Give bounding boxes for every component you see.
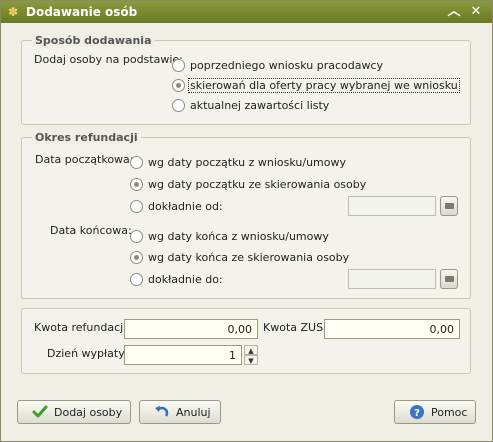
group-okres-refundacji: Okres refundacji Data początkowa: wg dat… [21,131,471,299]
radio-start-from-referral[interactable] [130,178,143,191]
add-persons-button-label: Dodaj osoby [54,406,123,419]
end-date-field[interactable] [348,269,436,289]
group-kwoty: Kwota refundacji: 0,00 Kwota ZUS: 0,00 D… [21,308,471,374]
stepper-up-icon[interactable]: ▲ [244,345,258,355]
radio-current-list-label[interactable]: aktualnej zawartości listy [190,99,329,112]
end-date-label: Data końcowa: [50,224,132,237]
start-date-calendar-icon[interactable] [440,196,458,216]
refund-amount-field[interactable]: 0,00 [124,319,258,339]
radio-end-exact-label[interactable]: dokładnie do: [148,273,223,286]
group-title-okres: Okres refundacji [32,131,141,144]
dialog-window: ✽ Dodawanie osób ︿ ✕ Sposób dodawania Do… [0,0,493,442]
radio-start-exact-label[interactable]: dokładnie od: [148,200,223,213]
title-bar[interactable]: ✽ Dodawanie osób ︿ ✕ [1,1,492,23]
close-icon[interactable]: ✕ [467,3,485,21]
radio-start-from-application[interactable] [130,156,143,169]
svg-text:?: ? [414,408,420,419]
radio-referrals-offer[interactable] [172,79,185,92]
cancel-button-label: Anuluj [176,406,211,419]
app-icon: ✽ [7,5,19,19]
end-date-calendar-icon[interactable] [440,269,458,289]
radio-start-from-referral-label[interactable]: wg daty początku ze skierowania osoby [148,178,366,191]
help-button[interactable]: ? Pomoc [394,400,476,424]
radio-end-from-referral[interactable] [130,251,143,264]
stepper-down-icon[interactable]: ▼ [244,355,258,365]
radio-referrals-offer-label[interactable]: skierowań dla oferty pracy wybranej we w… [188,78,460,93]
window-title: Dodawanie osób [26,5,138,19]
help-button-label: Pomoc [431,406,468,419]
radio-start-exact[interactable] [130,200,143,213]
zus-amount-label: Kwota ZUS: [263,321,327,334]
payment-day-field[interactable]: 1 [124,345,242,365]
payment-day-label: Dzień wypłaty: [47,347,128,360]
radio-end-from-application-label[interactable]: wg daty końca z wniosku/umowy [148,230,329,243]
radio-previous-application-label[interactable]: poprzedniego wniosku pracodawcy [190,59,383,72]
group-sposob-dodawania: Sposób dodawania Dodaj osoby na podstawi… [21,34,471,125]
zus-amount-field[interactable]: 0,00 [324,319,460,339]
collapse-icon[interactable]: ︿ [445,3,463,21]
radio-end-exact[interactable] [130,273,143,286]
start-date-label: Data początkowa: [35,153,134,166]
radio-previous-application[interactable] [172,59,185,72]
radio-current-list[interactable] [172,99,185,112]
checkmark-icon [32,405,48,418]
refund-amount-label: Kwota refundacji: [34,321,130,334]
radio-end-from-application[interactable] [130,230,143,243]
radio-start-from-application-label[interactable]: wg daty początku z wniosku/umowy [148,156,346,169]
add-persons-button[interactable]: Dodaj osoby [17,400,131,424]
help-icon: ? [410,405,424,419]
add-based-on-label: Dodaj osoby na podstawie: [34,53,183,66]
group-title-sposob: Sposób dodawania [32,34,155,47]
cancel-button[interactable]: Anuluj [139,400,221,424]
undo-icon [155,406,169,417]
payment-day-stepper[interactable]: ▲ ▼ [244,345,258,365]
radio-end-from-referral-label[interactable]: wg daty końca ze skierowania osoby [148,251,349,264]
start-date-field[interactable] [348,196,436,216]
